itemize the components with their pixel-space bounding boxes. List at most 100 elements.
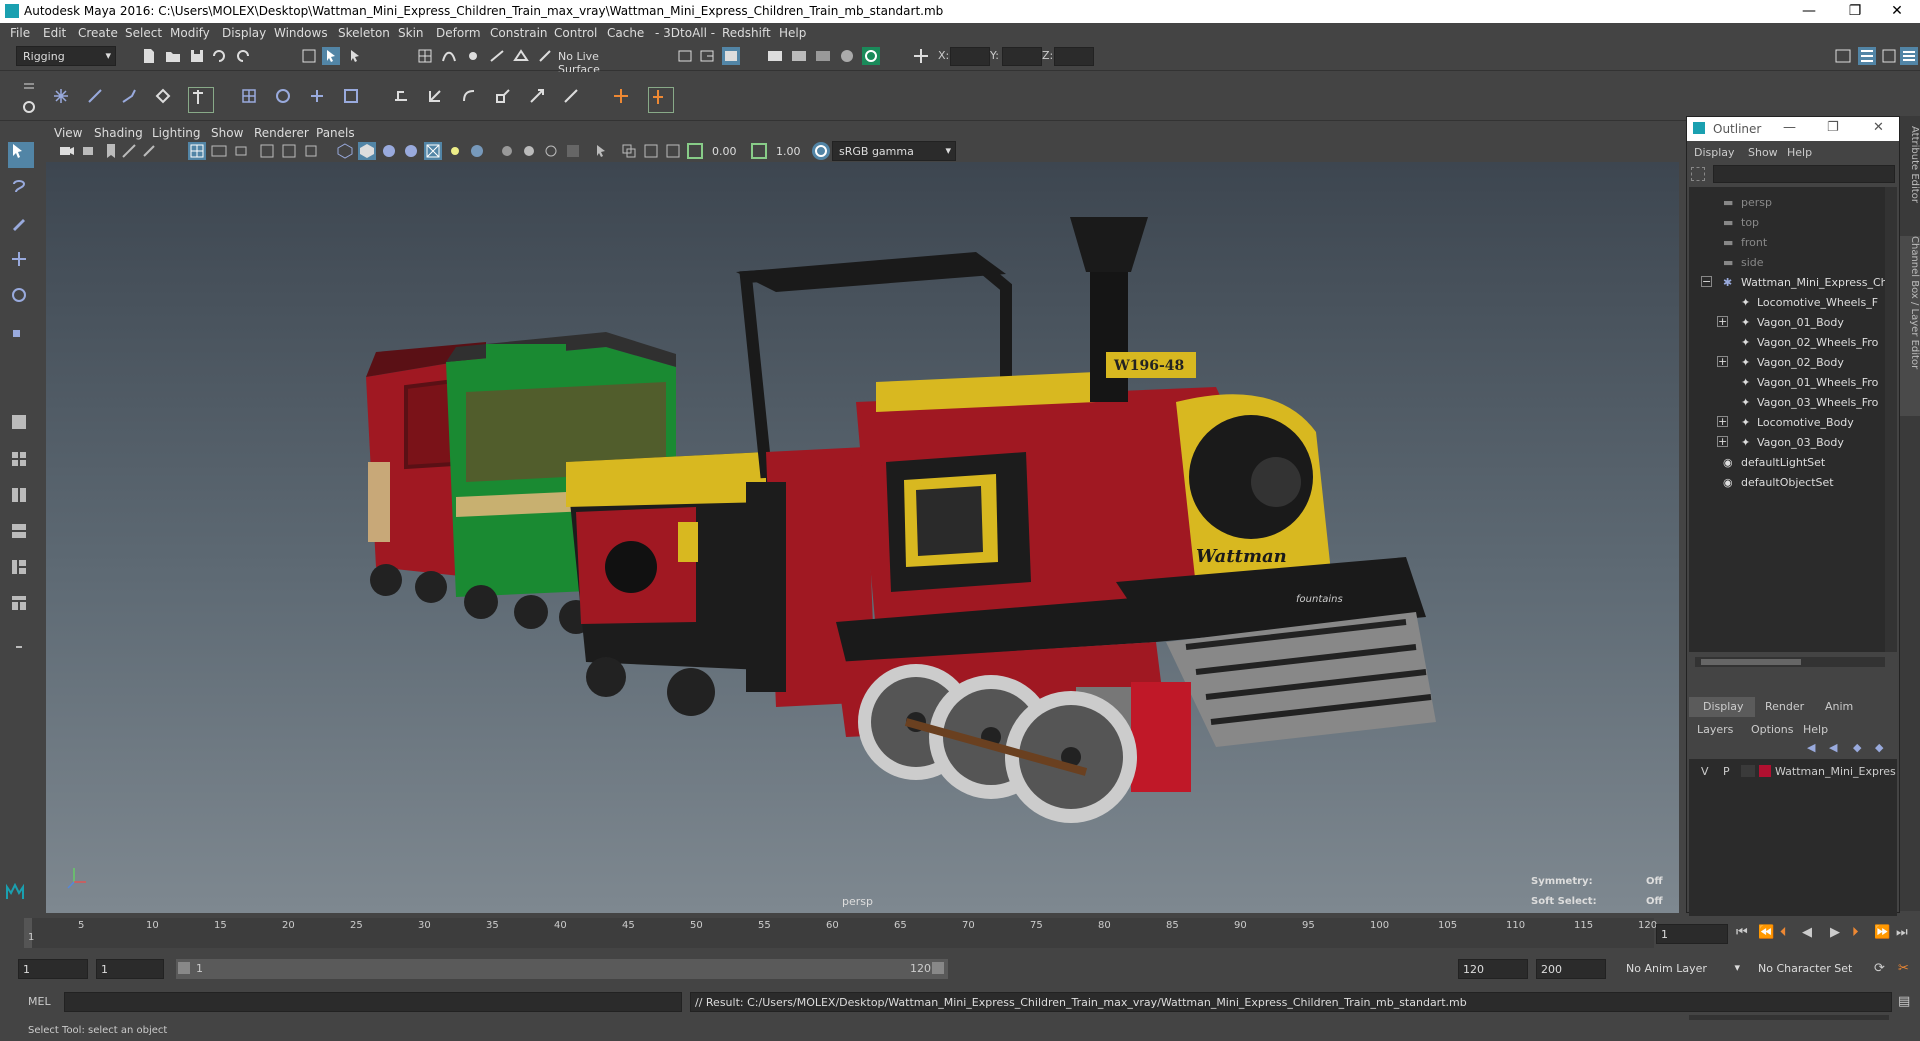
smooth-bind-icon[interactable] <box>188 87 214 113</box>
output-ops-icon[interactable] <box>698 47 716 65</box>
menu-skeleton[interactable]: Skeleton <box>338 26 390 40</box>
motion-blur-icon[interactable] <box>498 142 516 160</box>
layer-color-swatch[interactable] <box>1759 765 1771 777</box>
single-view-icon[interactable] <box>10 413 32 435</box>
ambient-occlusion-icon[interactable] <box>468 142 486 160</box>
select-hierarchy-icon[interactable] <box>300 47 318 65</box>
shelf-menu-icon[interactable] <box>20 78 38 96</box>
attribute-toggle-icon[interactable] <box>1880 47 1898 65</box>
anim-layer-dropdown[interactable]: No Anim Layer ▾ <box>1620 959 1744 979</box>
outliner-menu-show[interactable]: Show <box>1748 146 1778 159</box>
outliner-search-input[interactable] <box>1713 165 1895 183</box>
undo-icon[interactable] <box>210 47 228 65</box>
current-frame-field[interactable]: 1 <box>1656 924 1728 944</box>
gamma-field[interactable]: 1.00 <box>772 142 806 160</box>
layer-tab-render[interactable]: Render <box>1757 697 1817 717</box>
select-object-icon[interactable] <box>322 47 340 65</box>
outliner-item[interactable]: + ✦ Vagon_02_Body <box>1689 353 1885 373</box>
menu-skin[interactable]: Skin <box>398 26 424 40</box>
channelbox-toggle-icon[interactable] <box>1900 47 1918 65</box>
field-chart-icon[interactable] <box>280 142 298 160</box>
move-tool-icon[interactable] <box>10 250 32 272</box>
outliner-item-default-light-set[interactable]: ◉ defaultLightSet <box>1689 453 1885 473</box>
gamma-icon[interactable] <box>750 142 768 160</box>
new-scene-icon[interactable] <box>140 47 158 65</box>
outliner-item-persp[interactable]: ▬ persp <box>1689 193 1885 213</box>
end-time-field[interactable]: 200 <box>1536 959 1606 979</box>
sidebar-toggle-icon[interactable] <box>1834 47 1852 65</box>
smooth-shade-icon[interactable] <box>358 142 376 160</box>
step-back-frame-icon[interactable]: ⏴ <box>1780 925 1787 940</box>
joint-tool-icon[interactable] <box>52 87 76 111</box>
shaded-wire-icon[interactable] <box>380 142 398 160</box>
four-view-icon[interactable] <box>10 450 32 472</box>
character-set-dropdown[interactable]: No Character Set <box>1752 959 1874 979</box>
aim-constraint-icon[interactable] <box>528 87 552 111</box>
menu-deform[interactable]: Deform <box>436 26 481 40</box>
graph-layout-icon[interactable] <box>10 558 32 580</box>
new-layer-icon[interactable]: ◆ <box>1853 741 1861 754</box>
menu-windows[interactable]: Windows <box>274 26 328 40</box>
range-end-handle[interactable] <box>932 962 944 974</box>
menu-file[interactable]: File <box>10 26 30 40</box>
snap-view-icon[interactable] <box>488 47 506 65</box>
backface-icon[interactable] <box>664 142 682 160</box>
select-component-icon[interactable] <box>346 47 364 65</box>
layer-tab-display[interactable]: Display <box>1689 697 1755 717</box>
go-to-start-icon[interactable]: ⏮ <box>1736 925 1748 940</box>
pole-vector-icon[interactable] <box>562 87 586 111</box>
menu-help[interactable]: Help <box>779 26 806 40</box>
range-start-handle[interactable] <box>178 962 190 974</box>
menuset-dropdown[interactable]: Rigging ▾ <box>16 46 116 66</box>
expand-icon[interactable]: + <box>1717 436 1728 447</box>
wire-icon[interactable] <box>308 87 332 111</box>
outliner-item-default-object-set[interactable]: ◉ defaultObjectSet <box>1689 473 1885 493</box>
outliner-item[interactable]: + ✦ Locomotive_Body <box>1689 413 1885 433</box>
outliner-item-root-group[interactable]: − ✱ Wattman_Mini_Express_Ch <box>1689 273 1888 293</box>
shadows-icon[interactable] <box>446 142 464 160</box>
snap-grid-icon[interactable] <box>416 47 434 65</box>
layer-menu-layers[interactable]: Layers <box>1697 723 1733 736</box>
outliner-close-button[interactable]: ✕ <box>1873 120 1884 135</box>
lights-icon[interactable] <box>424 142 442 160</box>
point-constraint-icon[interactable] <box>426 87 450 111</box>
outliner-item[interactable]: ✦ Vagon_03_Wheels_Fro <box>1689 393 1885 413</box>
layer-tab-anim[interactable]: Anim <box>1817 697 1867 717</box>
wireframe-icon[interactable] <box>336 142 354 160</box>
step-forward-frame-icon[interactable]: ⏵ <box>1852 925 1859 940</box>
layer-name[interactable]: Wattman_Mini_Expres <box>1775 765 1896 778</box>
transform-mode-icon[interactable] <box>912 47 930 65</box>
lasso-tool-icon[interactable] <box>10 178 32 200</box>
ik-spline-icon[interactable] <box>120 87 144 111</box>
playback-end-field[interactable]: 120 <box>1458 959 1528 979</box>
playback-start-field[interactable]: 1 <box>96 959 164 979</box>
color-management-icon[interactable] <box>812 142 830 160</box>
snap-surface-icon[interactable] <box>512 47 530 65</box>
render-view-icon[interactable] <box>862 47 880 65</box>
grid-toggle-icon[interactable] <box>188 142 206 160</box>
outliner-toggle-icon[interactable] <box>1858 47 1876 65</box>
layer-type-toggle[interactable] <box>1741 765 1755 777</box>
outliner-item[interactable]: ✦ Locomotive_Wheels_F <box>1689 293 1885 313</box>
layer-visibility-toggle[interactable]: V <box>1701 765 1709 778</box>
vp-menu-renderer[interactable]: Renderer <box>254 126 309 140</box>
new-layer-selected-icon[interactable]: ◆ <box>1875 741 1883 754</box>
bind-skin-icon[interactable] <box>154 87 178 111</box>
outliner-filter-icon[interactable] <box>1691 167 1705 181</box>
outliner-minimize-button[interactable]: — <box>1783 120 1796 135</box>
parent-constraint-icon[interactable] <box>392 87 416 111</box>
grease-pencil-icon[interactable] <box>140 142 158 160</box>
outliner-item-front[interactable]: ▬ front <box>1689 233 1885 253</box>
command-input[interactable] <box>64 992 682 1012</box>
time-slider[interactable]: 1 5 10 15 20 25 30 35 40 45 50 55 60 65 … <box>0 916 1920 952</box>
go-to-end-icon[interactable]: ⏭ <box>1896 925 1908 940</box>
camera-attr-icon[interactable] <box>80 142 98 160</box>
close-button[interactable]: ✕ <box>1874 0 1920 23</box>
hypershade-icon[interactable] <box>838 47 856 65</box>
menu-edit[interactable]: Edit <box>43 26 66 40</box>
snap-point-icon[interactable] <box>464 47 482 65</box>
render-settings-icon[interactable] <box>814 47 832 65</box>
auto-key-icon[interactable]: ⟳ <box>1874 961 1885 976</box>
persp-outliner-icon[interactable] <box>10 522 32 544</box>
resolution-gate-icon[interactable] <box>232 142 250 160</box>
